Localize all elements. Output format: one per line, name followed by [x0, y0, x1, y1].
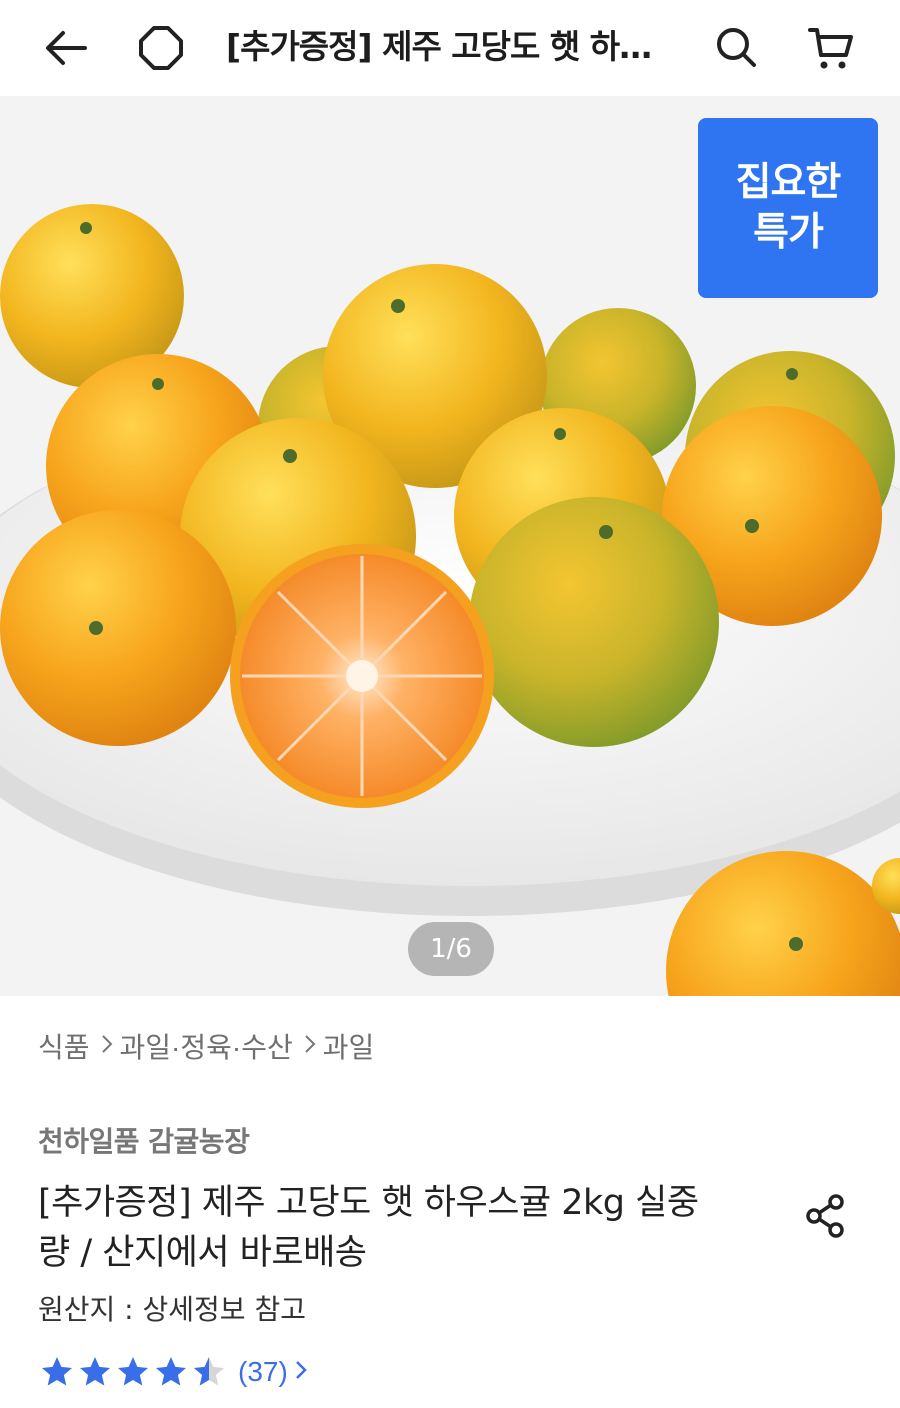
chevron-right-icon: [303, 1030, 317, 1062]
star-icon: [80, 1357, 110, 1386]
chevron-right-icon: [294, 1358, 308, 1386]
star-icon: [118, 1357, 148, 1386]
top-navigation-bar: [추가증정] 제주 고당도 햇 하우스귤 2kg 실중량 / 산지에서 바로배송: [0, 0, 900, 96]
rating-summary[interactable]: (37): [38, 1348, 308, 1396]
back-arrow-icon: [46, 31, 87, 65]
star-rating: [38, 1354, 228, 1390]
special-deal-badge: 집요한 특가: [698, 118, 878, 298]
back-button[interactable]: [36, 18, 96, 78]
badge-line2: 특가: [753, 210, 824, 255]
breadcrumb-item-fruit[interactable]: 과일: [323, 1026, 375, 1066]
star-icon: [42, 1357, 72, 1386]
share-button[interactable]: [800, 1190, 852, 1242]
page-title: [추가증정] 제주 고당도 햇 하우스귤 2kg 실중량 / 산지에서 바로배송: [226, 27, 670, 66]
cart-button[interactable]: [801, 18, 861, 78]
image-page-indicator: 1/6: [408, 922, 494, 976]
breadcrumb-item-food[interactable]: 식품: [38, 1026, 90, 1066]
seller-name[interactable]: 천하일품 감귤농장: [38, 1120, 250, 1164]
home-icon: [139, 26, 183, 70]
home-button[interactable]: [131, 18, 191, 78]
search-icon: [717, 28, 756, 67]
chevron-right-icon: [100, 1030, 114, 1062]
breadcrumb-item-fruit-meat-seafood[interactable]: 과일·정육·수산: [120, 1026, 293, 1066]
breadcrumb: 식품 과일·정육·수산 과일: [38, 1024, 374, 1068]
review-count[interactable]: (37): [238, 1356, 288, 1388]
search-button[interactable]: [706, 18, 766, 78]
half-star-icon: [194, 1357, 224, 1386]
origin-info: 원산지 : 상세정보 참고: [38, 1293, 306, 1326]
product-title: [추가증정] 제주 고당도 햇 하우스귤 2kg 실중량 / 산지에서 바로배송: [38, 1183, 699, 1273]
product-image-carousel[interactable]: 집요한 특가 1/6: [0, 96, 900, 996]
share-icon: [806, 1194, 844, 1238]
badge-line1: 집요한: [735, 160, 842, 205]
star-icon: [156, 1357, 186, 1386]
cart-icon: [808, 28, 853, 69]
